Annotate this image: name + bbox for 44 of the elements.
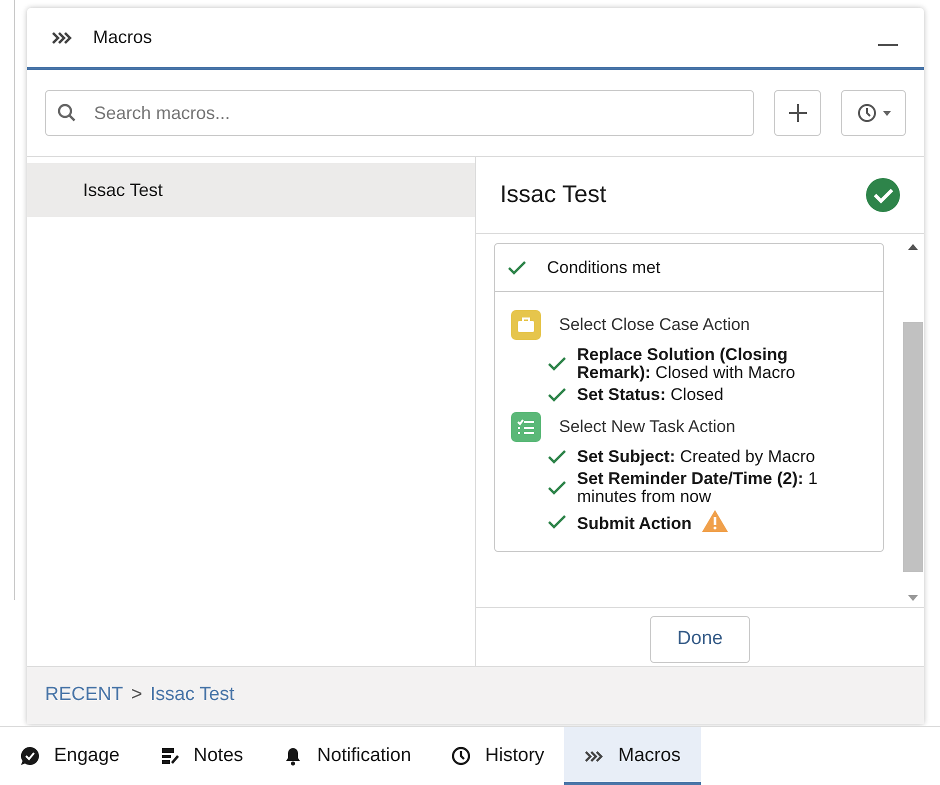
- chat-check-icon: [20, 746, 40, 766]
- breadcrumb-link[interactable]: RECENT: [45, 681, 124, 710]
- utility-tab[interactable]: History: [431, 727, 564, 785]
- chevrons-icon: [51, 30, 73, 44]
- utility-tab[interactable]: Notes: [140, 727, 264, 785]
- search-icon: [57, 103, 77, 123]
- action-step: Submit Action: [577, 510, 847, 533]
- scroll-down-arrow-icon[interactable]: [908, 595, 918, 601]
- macro-title: Issac Test: [500, 180, 606, 210]
- utility-tab[interactable]: Engage: [0, 727, 140, 785]
- action-title: Select New Task Action: [559, 416, 736, 438]
- action-step: Set Reminder Date/Time (2): 1 minutes from now: [577, 470, 847, 506]
- check-icon: [547, 514, 567, 530]
- breadcrumb-link[interactable]: Issac Test: [150, 681, 234, 710]
- notes-icon: [160, 746, 180, 766]
- check-icon: [507, 260, 527, 276]
- panel-title: Macros: [93, 26, 152, 49]
- plus-icon: [788, 103, 808, 123]
- scroll-up-arrow-icon[interactable]: [908, 244, 918, 250]
- action-step: Replace Solution (Closing Remark): Closed with Macro: [577, 346, 847, 382]
- recent-dropdown-button[interactable]: [841, 90, 906, 136]
- check-icon: [547, 387, 567, 403]
- add-button[interactable]: [774, 90, 822, 136]
- done-button[interactable]: Done: [650, 616, 750, 662]
- utility-tab[interactable]: Macros: [564, 727, 701, 785]
- search-field[interactable]: Search macros...: [45, 90, 754, 136]
- task-list-icon: [511, 412, 541, 442]
- action-step: Set Subject: Created by Macro: [577, 448, 847, 466]
- check-icon: [547, 356, 567, 372]
- breadcrumb-separator: >: [131, 683, 142, 708]
- warning-icon: [702, 510, 728, 532]
- clock-icon: [856, 103, 877, 123]
- macro-list-item[interactable]: Issac Test: [27, 163, 475, 217]
- briefcase-icon: [511, 310, 541, 340]
- clock-icon: [451, 746, 472, 766]
- action-step: Set Status: Closed: [577, 386, 847, 404]
- caret-icon: [882, 110, 891, 116]
- check-icon: [547, 480, 567, 496]
- action-title: Select Close Case Action: [559, 314, 750, 336]
- utility-tab[interactable]: Notification: [263, 727, 432, 785]
- success-check-icon: [866, 178, 900, 212]
- chevrons-icon: [584, 750, 604, 762]
- conditions-text: Conditions met: [547, 256, 660, 279]
- check-icon: [547, 449, 567, 465]
